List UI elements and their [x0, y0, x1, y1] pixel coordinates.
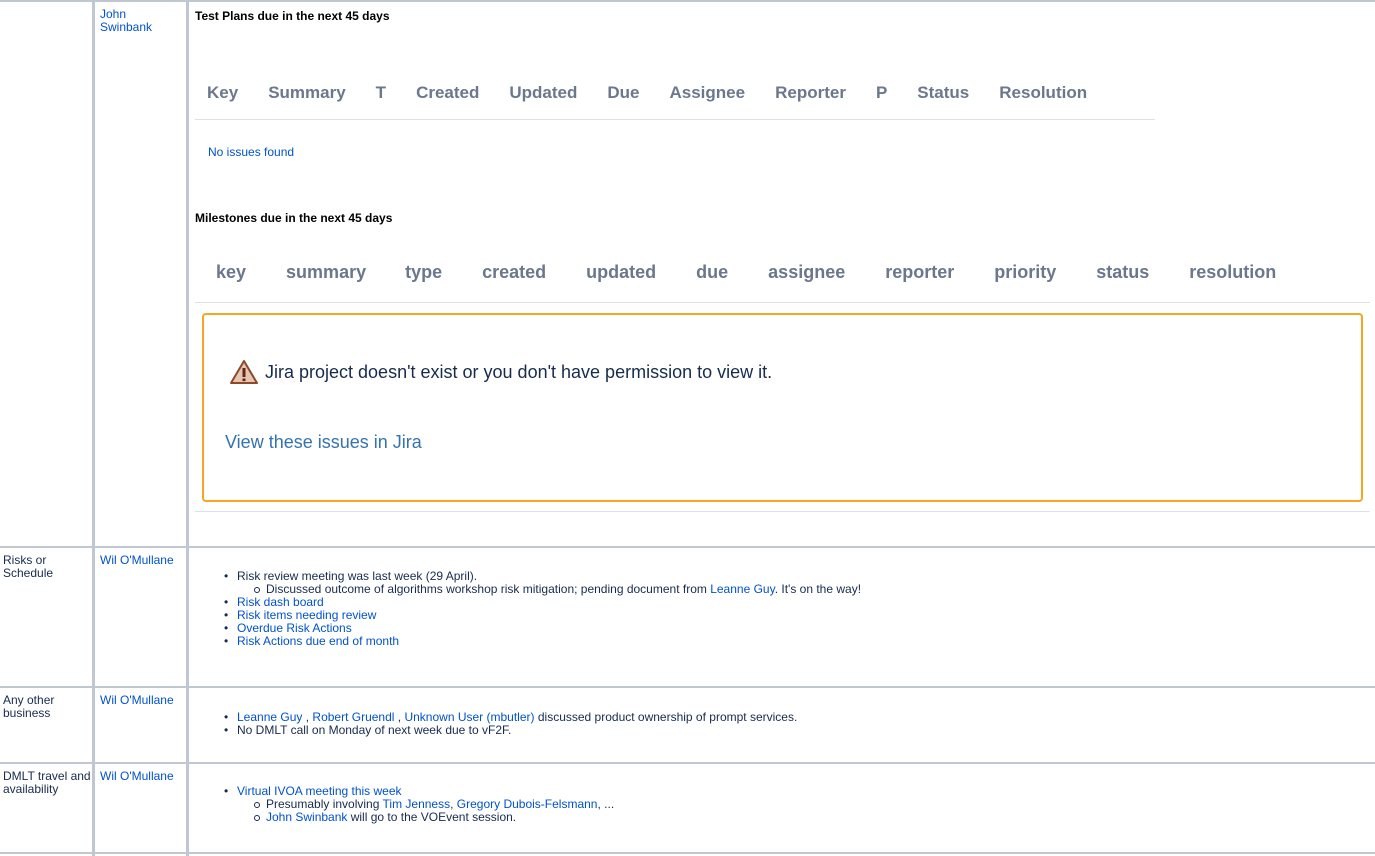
row-divider-risks [0, 546, 1375, 548]
list-item-text: Risk review meeting was last week (29 Ap… [237, 569, 478, 583]
risk-dashboard-link[interactable]: Risk dash board [237, 595, 324, 609]
milestones-title: Milestones due in the next 45 days [195, 211, 393, 225]
list-sub-item: Discussed outcome of algorithms workshop… [195, 583, 1375, 596]
warning-triangle-icon [230, 360, 258, 384]
warning-message: Jira project doesn't exist or you don't … [229, 359, 772, 385]
sub-item-text: will go to the VOEvent session. [347, 810, 517, 824]
ivoa-meeting-link[interactable]: Virtual IVOA meeting this week [237, 784, 402, 798]
column-header-created[interactable]: Created [416, 83, 479, 103]
view-in-jira-link[interactable]: View these issues in Jira [225, 432, 422, 453]
column-header-updated[interactable]: updated [586, 262, 656, 283]
separator: , [394, 710, 405, 724]
column-header-type[interactable]: T [376, 83, 386, 103]
milestones-header-divider [195, 302, 1370, 303]
column-header-status[interactable]: Status [917, 83, 969, 103]
notes-cell: Virtual IVOA meeting this week Presumabl… [195, 785, 1375, 824]
list-item: Risk Actions due end of month [195, 634, 1375, 649]
column-header-updated[interactable]: Updated [509, 83, 577, 103]
owner-link[interactable]: Wil O'Mullane [100, 694, 180, 707]
overdue-actions-link[interactable]: Overdue Risk Actions [237, 621, 352, 635]
actions-due-link[interactable]: Risk Actions due end of month [237, 634, 399, 648]
warning-text: Jira project doesn't exist or you don't … [265, 361, 773, 382]
notes-cell: Leanne Guy , Robert Gruendl , Unknown Us… [195, 710, 1375, 738]
notes-cell: Risk review meeting was last week (29 Ap… [195, 569, 1375, 649]
test-plans-header-row: Key Summary T Created Updated Due Assign… [207, 83, 1117, 103]
person-link[interactable]: Gregory Dubois-Felsmann [457, 797, 598, 811]
test-plans-header-divider [195, 119, 1155, 120]
separator: , [302, 710, 313, 724]
column-header-assignee[interactable]: Assignee [670, 83, 746, 103]
column-header-priority[interactable]: priority [994, 262, 1056, 283]
aob-list: Leanne Guy , Robert Gruendl , Unknown Us… [195, 710, 1375, 738]
column-header-due[interactable]: Due [607, 83, 639, 103]
column-header-key[interactable]: key [216, 262, 246, 283]
sub-item-text: Discussed outcome of algorithms workshop… [266, 582, 711, 596]
column-header-created[interactable]: created [482, 262, 546, 283]
person-link[interactable]: Unknown User (mbutler) [404, 710, 534, 724]
list-sub-item: John Swinbank will go to the VOEvent ses… [195, 811, 1375, 824]
sub-item-text-end: . It's on the way! [774, 582, 862, 596]
column-header-key[interactable]: Key [207, 83, 238, 103]
column-header-reporter[interactable]: reporter [885, 262, 954, 283]
table-bottom-border [0, 852, 1375, 854]
row-divider-aob [0, 686, 1375, 688]
column-divider-2 [186, 0, 189, 856]
column-header-assignee[interactable]: assignee [768, 262, 845, 283]
person-link[interactable]: Leanne Guy [237, 710, 302, 724]
sub-item-text-end: , ... [597, 797, 615, 811]
list-item-text: discussed product ownership of prompt se… [534, 710, 798, 724]
list-item: Risk items needing review [195, 608, 1375, 623]
no-issues-link[interactable]: No issues found [208, 145, 294, 159]
risk-review-link[interactable]: Risk items needing review [237, 608, 376, 622]
column-header-reporter[interactable]: Reporter [775, 83, 846, 103]
column-header-type[interactable]: type [405, 262, 442, 283]
list-item-text: No DMLT call on Monday of next week due … [237, 723, 512, 737]
milestones-header-row: key summary type created updated due ass… [216, 262, 1276, 283]
column-header-summary[interactable]: summary [286, 262, 366, 283]
column-header-resolution[interactable]: Resolution [999, 83, 1087, 103]
travel-list: Virtual IVOA meeting this week Presumabl… [195, 785, 1375, 824]
topic-cell: Any other business [3, 693, 55, 720]
column-header-resolution[interactable]: resolution [1189, 262, 1276, 283]
test-plans-title: Test Plans due in the next 45 days [195, 9, 390, 23]
section-bottom-divider [195, 511, 1370, 512]
topic-cell: DMLT travel and availability [3, 769, 91, 796]
column-header-due[interactable]: due [696, 262, 728, 283]
person-link[interactable]: Tim Jenness [383, 797, 451, 811]
person-link[interactable]: Robert Gruendl [312, 710, 394, 724]
column-header-status[interactable]: status [1096, 262, 1149, 283]
column-header-priority[interactable]: P [876, 83, 887, 103]
person-link[interactable]: John Swinbank [266, 810, 347, 824]
sub-item-text: Presumably involving [266, 797, 383, 811]
jira-warning-box: Jira project doesn't exist or you don't … [202, 313, 1363, 502]
column-divider-1 [92, 0, 95, 856]
column-header-summary[interactable]: Summary [268, 83, 345, 103]
table-top-border [0, 0, 1375, 2]
row-divider-travel [0, 762, 1375, 764]
list-item: No DMLT call on Monday of next week due … [195, 723, 1375, 738]
owner-link[interactable]: Wil O'Mullane [100, 770, 180, 783]
topic-cell: Risks or Schedule [3, 553, 54, 580]
separator: , [450, 797, 457, 811]
owner-link[interactable]: John Swinbank [100, 8, 180, 34]
owner-link[interactable]: Wil O'Mullane [100, 554, 180, 567]
person-link[interactable]: Leanne Guy [710, 582, 775, 596]
risk-list: Risk review meeting was last week (29 Ap… [195, 569, 1375, 649]
